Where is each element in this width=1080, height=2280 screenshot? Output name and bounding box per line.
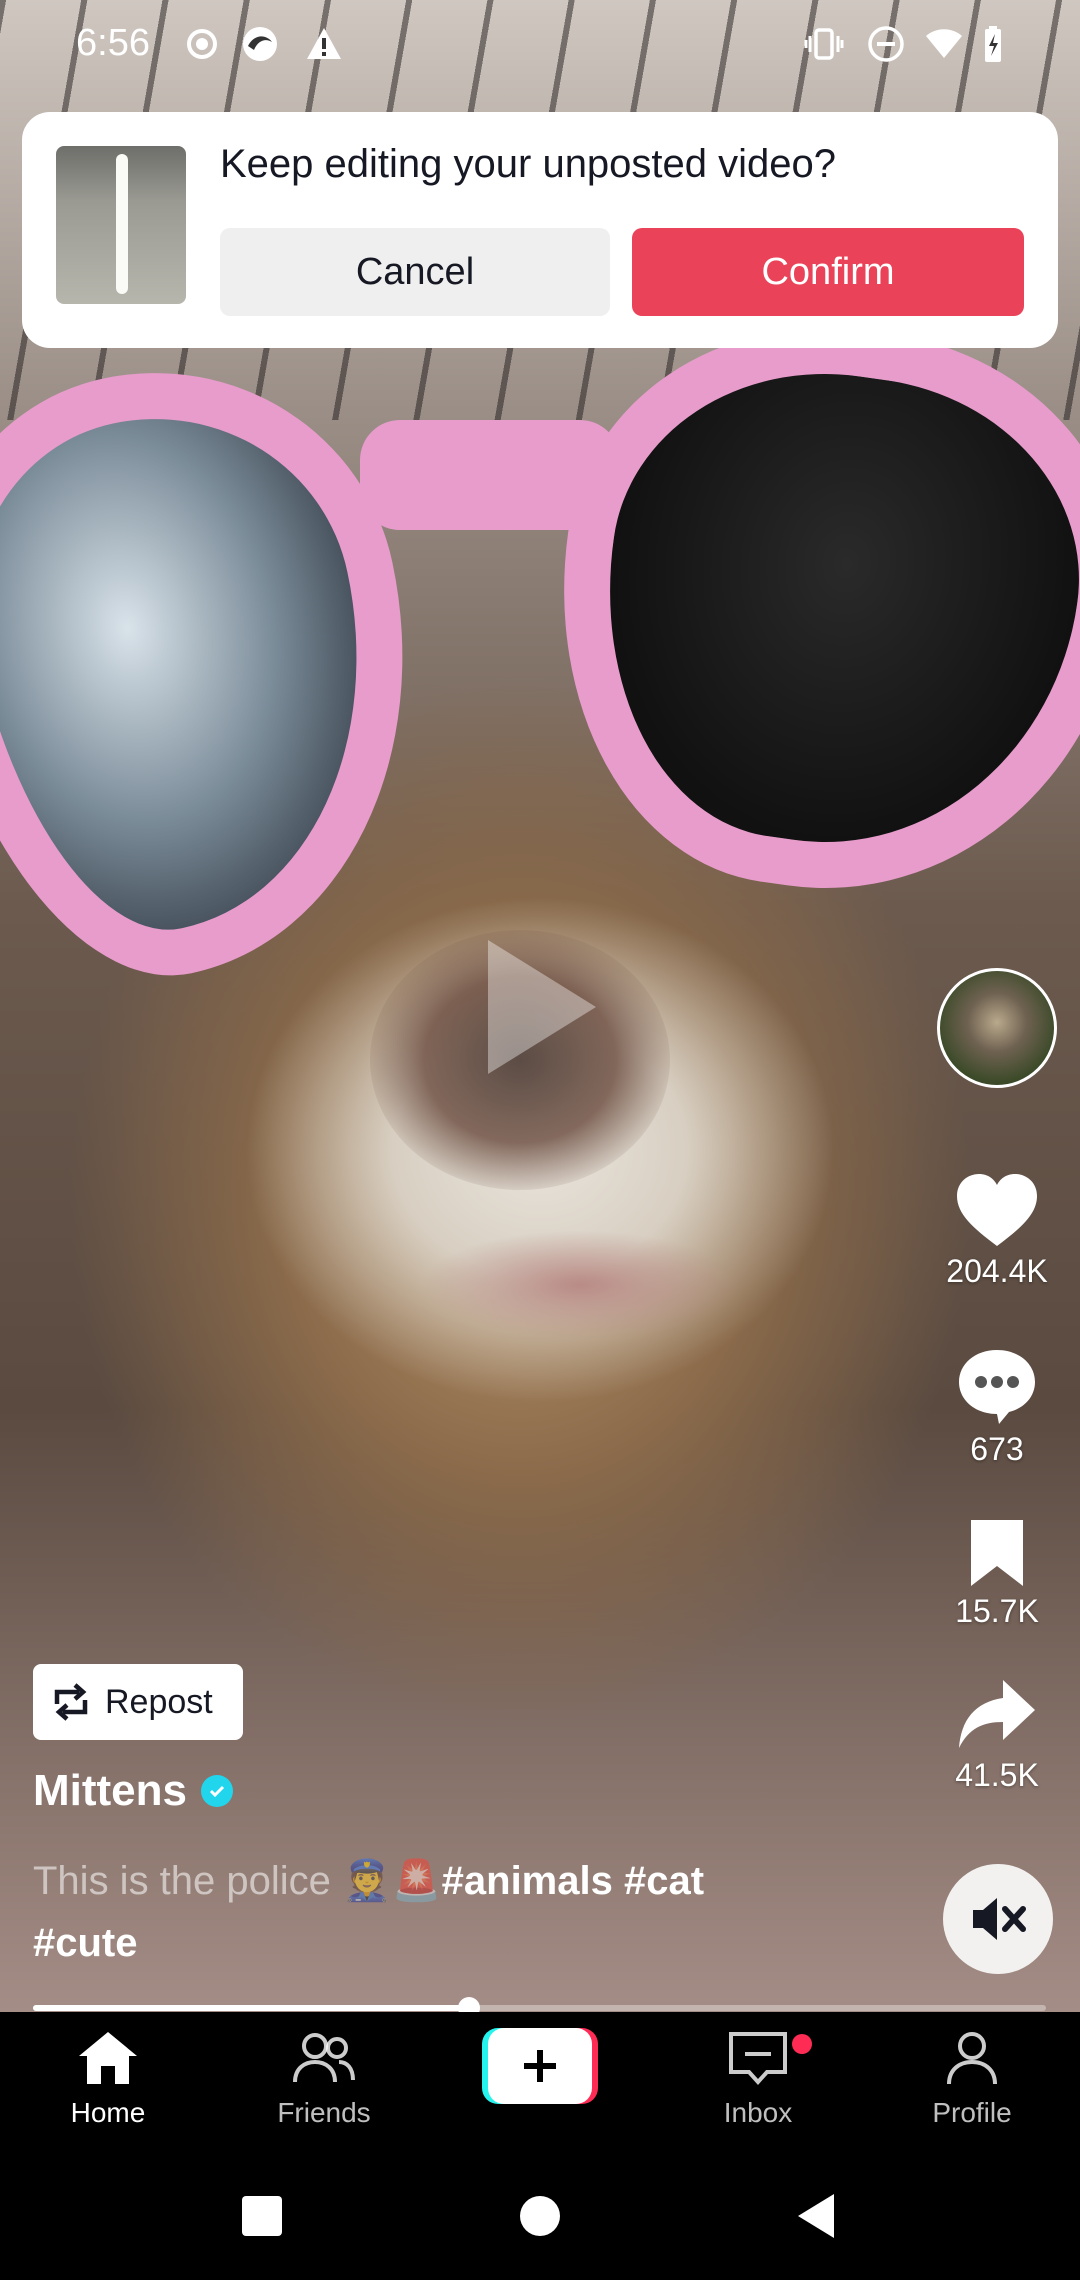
back-button[interactable] (794, 2192, 838, 2240)
share-button[interactable]: 41.5K (930, 1676, 1064, 1794)
creator-username[interactable]: Mittens (33, 1766, 233, 1816)
speaker-muted-icon (973, 1898, 1026, 1940)
comment-button[interactable]: 673 (930, 1346, 1064, 1468)
confirm-button[interactable]: Confirm (632, 228, 1024, 316)
nav-inbox-label: Inbox (723, 2097, 793, 2128)
status-bar: 6:56 (0, 0, 1080, 90)
mute-button[interactable] (943, 1864, 1053, 1974)
inbox-notification-dot (792, 2034, 812, 2054)
draft-thumbnail (56, 146, 186, 304)
nav-home[interactable]: Home (8, 2028, 208, 2129)
video-glasses-bridge (360, 420, 620, 530)
record-icon (187, 29, 217, 59)
like-button[interactable]: 204.4K (930, 1172, 1064, 1290)
home-button[interactable] (518, 2194, 562, 2238)
nav-friends-label: Friends (277, 2097, 371, 2128)
bookmark-icon (971, 1520, 1023, 1586)
video-progress-fill (33, 2005, 469, 2011)
create-button[interactable] (482, 2028, 598, 2104)
creator-avatar[interactable] (937, 968, 1057, 1088)
profile-icon (947, 2032, 997, 2085)
nav-friends[interactable]: Friends (224, 2028, 424, 2129)
bookmark-button[interactable]: 15.7K (930, 1516, 1064, 1630)
hashtag-line-2[interactable]: #cute (33, 1921, 138, 1965)
create-plus-icon (482, 2028, 598, 2104)
play-icon[interactable] (484, 936, 600, 1078)
home-icon (79, 2032, 137, 2084)
post-caption[interactable]: This is the police 👮🚨#animals #cat #cute (33, 1850, 793, 1974)
nav-inbox[interactable]: Inbox (658, 2028, 858, 2129)
username-text: Mittens (33, 1766, 187, 1815)
repost-button[interactable]: Repost (33, 1664, 243, 1740)
warning-icon (307, 28, 341, 59)
heart-icon (957, 1174, 1037, 1246)
nav-home-label: Home (70, 2097, 146, 2128)
share-count: 41.5K (955, 1757, 1039, 1793)
comment-icon (959, 1350, 1035, 1424)
video-progress-bar[interactable] (33, 1997, 1046, 2019)
repost-icon (54, 1683, 88, 1721)
bottom-nav: Home Friends Inbox Profile (0, 2012, 1080, 2152)
inbox-icon (729, 2032, 787, 2085)
comment-count: 673 (970, 1431, 1024, 1467)
caption-text: This is the police 👮🚨 (33, 1859, 442, 1903)
recents-button[interactable] (240, 2194, 284, 2238)
dialog-title: Keep editing your unposted video? (220, 142, 837, 186)
like-count: 204.4K (946, 1253, 1048, 1289)
share-icon (959, 1680, 1035, 1748)
repost-label: Repost (105, 1682, 213, 1721)
video-cat-mouth (420, 1230, 740, 1340)
verified-badge-icon (201, 1775, 233, 1807)
app-icon (243, 27, 277, 61)
friends-icon (293, 2033, 355, 2083)
do-not-disturb-icon (868, 26, 904, 62)
battery-charging-icon (985, 26, 1001, 62)
bookmark-count: 15.7K (955, 1593, 1039, 1629)
nav-profile-label: Profile (932, 2097, 1012, 2128)
wifi-icon (926, 29, 962, 58)
system-nav-bar (0, 2152, 1080, 2280)
vibrate-icon (804, 28, 844, 60)
unposted-video-dialog: Keep editing your unposted video? Cancel… (22, 112, 1058, 348)
hashtag-line-1[interactable]: #animals #cat (442, 1859, 704, 1903)
status-time: 6:56 (76, 22, 150, 64)
cancel-button[interactable]: Cancel (220, 228, 610, 316)
nav-profile[interactable]: Profile (872, 2028, 1072, 2129)
